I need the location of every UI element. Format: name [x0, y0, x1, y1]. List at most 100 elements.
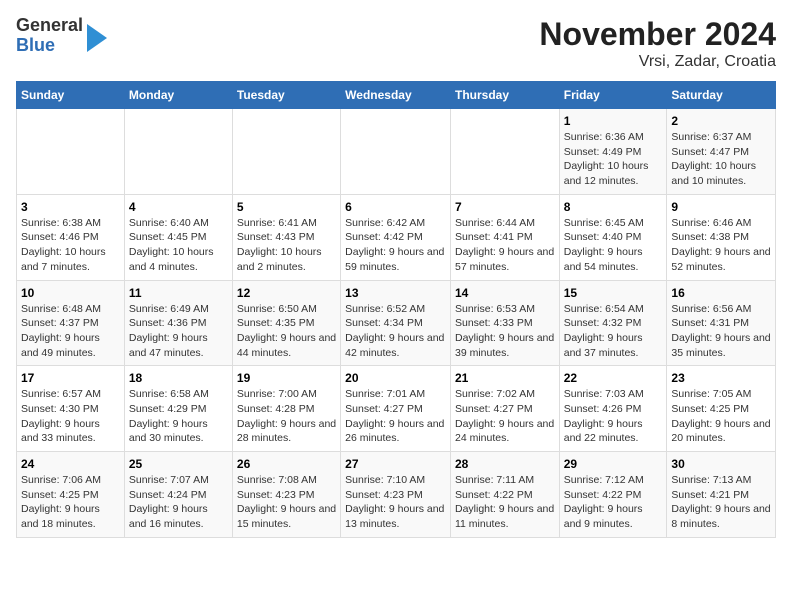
day-info: Sunrise: 7:02 AM Sunset: 4:27 PM Dayligh…	[455, 387, 555, 446]
calendar-header-row: SundayMondayTuesdayWednesdayThursdayFrid…	[17, 82, 776, 109]
calendar-cell: 11 Sunrise: 6:49 AM Sunset: 4:36 PM Dayli…	[124, 280, 232, 366]
day-number: 27	[345, 457, 446, 471]
day-info: Sunrise: 6:48 AM Sunset: 4:37 PM Dayligh…	[21, 302, 120, 361]
calendar-cell: 29Sunrise: 7:12 AM Sunset: 4:22 PM Dayli…	[559, 452, 667, 538]
day-number: 23	[671, 371, 771, 385]
calendar-cell: 14Sunrise: 6:53 AM Sunset: 4:33 PM Dayli…	[450, 280, 559, 366]
day-info: Sunrise: 7:05 AM Sunset: 4:25 PM Dayligh…	[671, 387, 771, 446]
day-number: 17	[21, 371, 120, 385]
calendar-cell: 1 Sunrise: 6:36 AM Sunset: 4:49 PM Daylig…	[559, 109, 667, 195]
day-info: Sunrise: 6:42 AM Sunset: 4:42 PM Dayligh…	[345, 216, 446, 275]
calendar-cell: 2 Sunrise: 6:37 AM Sunset: 4:47 PM Daylig…	[667, 109, 776, 195]
day-info: Sunrise: 6:44 AM Sunset: 4:41 PM Dayligh…	[455, 216, 555, 275]
day-number: 21	[455, 371, 555, 385]
logo-general: General	[16, 16, 83, 36]
calendar-cell: 18 Sunrise: 6:58 AM Sunset: 4:29 PM Dayli…	[124, 366, 232, 452]
calendar-cell	[124, 109, 232, 195]
day-number: 5	[237, 200, 336, 214]
day-number: 12	[237, 286, 336, 300]
day-number: 13	[345, 286, 446, 300]
day-info: Sunrise: 7:08 AM Sunset: 4:23 PM Dayligh…	[237, 473, 336, 532]
day-number: 18	[129, 371, 228, 385]
day-number: 1	[564, 114, 663, 128]
calendar-body: 1 Sunrise: 6:36 AM Sunset: 4:49 PM Daylig…	[17, 109, 776, 538]
day-number: 11	[129, 286, 228, 300]
day-number: 24	[21, 457, 120, 471]
calendar-cell: 12 Sunrise: 6:50 AM Sunset: 4:35 PM Dayli…	[232, 280, 340, 366]
calendar-day-header: Sunday	[17, 82, 125, 109]
calendar-cell: 26 Sunrise: 7:08 AM Sunset: 4:23 PM Dayli…	[232, 452, 340, 538]
calendar-cell: 22 Sunrise: 7:03 AM Sunset: 4:26 PM Dayli…	[559, 366, 667, 452]
day-info: Sunrise: 7:12 AM Sunset: 4:22 PM Dayligh…	[564, 473, 663, 532]
calendar-day-header: Saturday	[667, 82, 776, 109]
calendar-day-header: Friday	[559, 82, 667, 109]
calendar-cell: 27Sunrise: 7:10 AM Sunset: 4:23 PM Dayli…	[341, 452, 451, 538]
calendar-day-header: Tuesday	[232, 82, 340, 109]
page-header: General Blue November 2024 Vrsi, Zadar, …	[16, 16, 776, 71]
day-number: 25	[129, 457, 228, 471]
logo: General Blue	[16, 16, 107, 56]
calendar-day-header: Thursday	[450, 82, 559, 109]
day-number: 28	[455, 457, 555, 471]
calendar-cell	[232, 109, 340, 195]
page-subtitle: Vrsi, Zadar, Croatia	[539, 53, 776, 71]
day-info: Sunrise: 6:49 AM Sunset: 4:36 PM Dayligh…	[129, 302, 228, 361]
day-info: Sunrise: 6:54 AM Sunset: 4:32 PM Dayligh…	[564, 302, 663, 361]
calendar-day-header: Monday	[124, 82, 232, 109]
logo-arrow-icon	[87, 24, 107, 52]
day-info: Sunrise: 7:11 AM Sunset: 4:22 PM Dayligh…	[455, 473, 555, 532]
calendar-cell: 3 Sunrise: 6:38 AM Sunset: 4:46 PM Daylig…	[17, 194, 125, 280]
day-info: Sunrise: 6:57 AM Sunset: 4:30 PM Dayligh…	[21, 387, 120, 446]
day-info: Sunrise: 6:53 AM Sunset: 4:33 PM Dayligh…	[455, 302, 555, 361]
day-number: 6	[345, 200, 446, 214]
day-number: 10	[21, 286, 120, 300]
day-info: Sunrise: 6:45 AM Sunset: 4:40 PM Dayligh…	[564, 216, 663, 275]
day-number: 2	[671, 114, 771, 128]
logo-blue: Blue	[16, 36, 83, 56]
day-info: Sunrise: 6:36 AM Sunset: 4:49 PM Dayligh…	[564, 130, 663, 189]
calendar-cell: 24Sunrise: 7:06 AM Sunset: 4:25 PM Dayli…	[17, 452, 125, 538]
calendar-cell: 28 Sunrise: 7:11 AM Sunset: 4:22 PM Dayli…	[450, 452, 559, 538]
calendar-header: SundayMondayTuesdayWednesdayThursdayFrid…	[17, 82, 776, 109]
day-number: 7	[455, 200, 555, 214]
calendar-cell: 15 Sunrise: 6:54 AM Sunset: 4:32 PM Dayli…	[559, 280, 667, 366]
calendar-week-row: 1 Sunrise: 6:36 AM Sunset: 4:49 PM Daylig…	[17, 109, 776, 195]
day-info: Sunrise: 7:13 AM Sunset: 4:21 PM Dayligh…	[671, 473, 771, 532]
calendar-cell: 5 Sunrise: 6:41 AM Sunset: 4:43 PM Daylig…	[232, 194, 340, 280]
day-info: Sunrise: 6:37 AM Sunset: 4:47 PM Dayligh…	[671, 130, 771, 189]
calendar-cell: 4Sunrise: 6:40 AM Sunset: 4:45 PM Daylig…	[124, 194, 232, 280]
logo-text: General Blue	[16, 16, 83, 56]
day-number: 8	[564, 200, 663, 214]
day-info: Sunrise: 6:38 AM Sunset: 4:46 PM Dayligh…	[21, 216, 120, 275]
calendar-week-row: 17 Sunrise: 6:57 AM Sunset: 4:30 PM Dayli…	[17, 366, 776, 452]
calendar-cell: 21 Sunrise: 7:02 AM Sunset: 4:27 PM Dayli…	[450, 366, 559, 452]
calendar-week-row: 24Sunrise: 7:06 AM Sunset: 4:25 PM Dayli…	[17, 452, 776, 538]
day-number: 19	[237, 371, 336, 385]
day-number: 3	[21, 200, 120, 214]
calendar-cell	[17, 109, 125, 195]
title-block: November 2024 Vrsi, Zadar, Croatia	[539, 16, 776, 71]
calendar-cell: 16Sunrise: 6:56 AM Sunset: 4:31 PM Dayli…	[667, 280, 776, 366]
calendar-cell: 13Sunrise: 6:52 AM Sunset: 4:34 PM Dayli…	[341, 280, 451, 366]
day-info: Sunrise: 6:50 AM Sunset: 4:35 PM Dayligh…	[237, 302, 336, 361]
calendar-cell: 19Sunrise: 7:00 AM Sunset: 4:28 PM Dayli…	[232, 366, 340, 452]
day-info: Sunrise: 6:46 AM Sunset: 4:38 PM Dayligh…	[671, 216, 771, 275]
day-info: Sunrise: 7:07 AM Sunset: 4:24 PM Dayligh…	[129, 473, 228, 532]
day-info: Sunrise: 7:03 AM Sunset: 4:26 PM Dayligh…	[564, 387, 663, 446]
day-number: 22	[564, 371, 663, 385]
calendar-table: SundayMondayTuesdayWednesdayThursdayFrid…	[16, 81, 776, 538]
calendar-week-row: 3 Sunrise: 6:38 AM Sunset: 4:46 PM Daylig…	[17, 194, 776, 280]
calendar-cell: 17 Sunrise: 6:57 AM Sunset: 4:30 PM Dayli…	[17, 366, 125, 452]
day-info: Sunrise: 6:56 AM Sunset: 4:31 PM Dayligh…	[671, 302, 771, 361]
calendar-cell: 6 Sunrise: 6:42 AM Sunset: 4:42 PM Daylig…	[341, 194, 451, 280]
calendar-week-row: 10 Sunrise: 6:48 AM Sunset: 4:37 PM Dayli…	[17, 280, 776, 366]
day-info: Sunrise: 6:58 AM Sunset: 4:29 PM Dayligh…	[129, 387, 228, 446]
day-info: Sunrise: 7:01 AM Sunset: 4:27 PM Dayligh…	[345, 387, 446, 446]
day-info: Sunrise: 6:40 AM Sunset: 4:45 PM Dayligh…	[129, 216, 228, 275]
calendar-day-header: Wednesday	[341, 82, 451, 109]
day-number: 26	[237, 457, 336, 471]
calendar-cell: 20Sunrise: 7:01 AM Sunset: 4:27 PM Dayli…	[341, 366, 451, 452]
day-number: 9	[671, 200, 771, 214]
day-info: Sunrise: 6:41 AM Sunset: 4:43 PM Dayligh…	[237, 216, 336, 275]
day-number: 15	[564, 286, 663, 300]
